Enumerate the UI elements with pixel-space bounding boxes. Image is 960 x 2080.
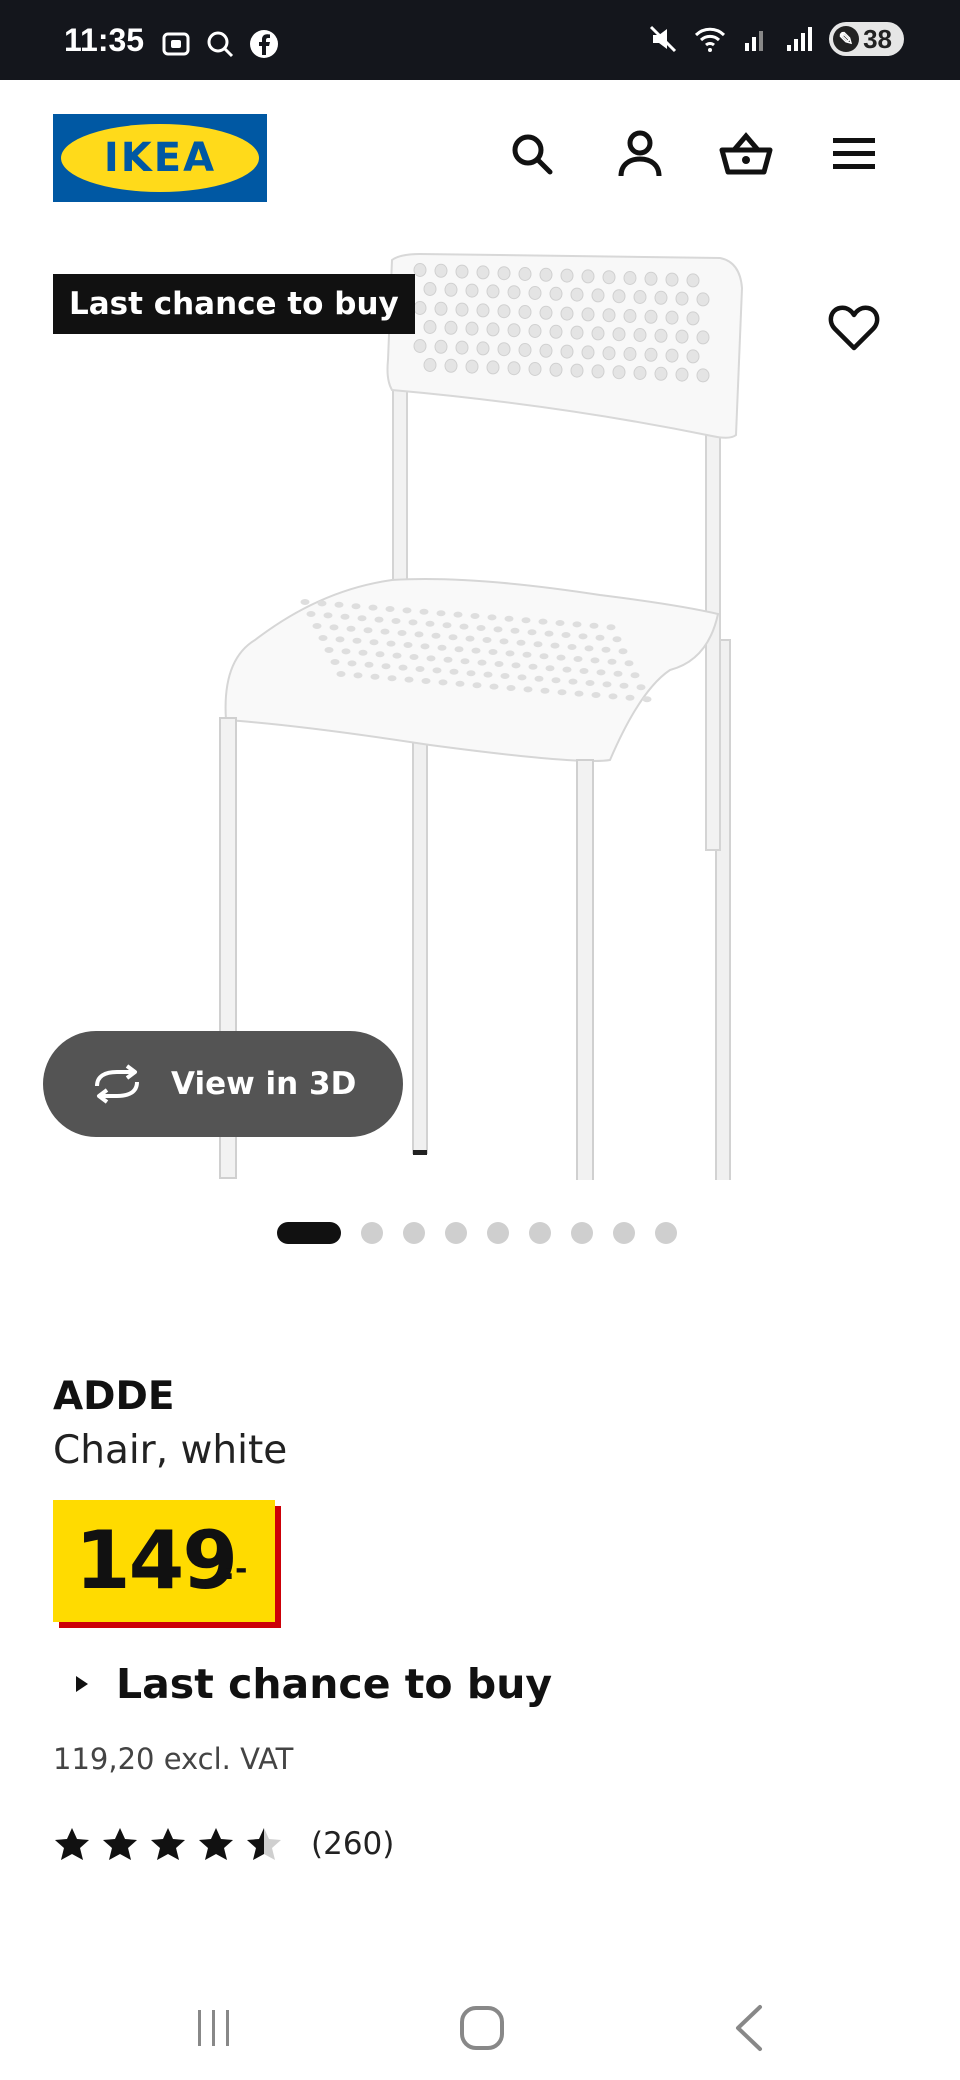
price-tag: 149 :-	[53, 1500, 275, 1622]
logo-text: IKEA	[103, 135, 217, 181]
carousel-dot[interactable]	[277, 1222, 341, 1244]
product-name: ADDE	[53, 1374, 175, 1419]
carousel-dot[interactable]	[529, 1222, 551, 1244]
availability-label: Last chance to buy	[116, 1660, 553, 1708]
recents-icon[interactable]	[184, 1998, 244, 2058]
view-in-3d-label: View in 3D	[171, 1066, 357, 1102]
back-icon[interactable]	[720, 1998, 780, 2058]
expand-triangle-icon	[76, 1676, 88, 1692]
wifi-icon	[695, 27, 726, 52]
availability-toggle[interactable]: Last chance to buy	[76, 1660, 552, 1708]
carousel-dot[interactable]	[655, 1222, 677, 1244]
home-icon[interactable]	[452, 1998, 512, 2058]
price-suffix: :-	[223, 1552, 248, 1587]
facebook-icon	[250, 30, 278, 58]
battery-level: 38	[863, 23, 892, 54]
basket-icon[interactable]	[718, 126, 774, 182]
price-excl-vat: 119,20 excl. VAT	[53, 1742, 294, 1776]
account-icon[interactable]	[612, 126, 668, 182]
screenshot-icon	[162, 32, 190, 56]
status-bar: 11:35 ✎ 38	[0, 0, 960, 80]
last-chance-badge: Last chance to buy	[53, 274, 415, 334]
star-full-icon	[151, 1828, 185, 1860]
price-value: 149	[75, 1514, 238, 1607]
system-nav-bar	[0, 1980, 960, 2080]
star-full-icon	[199, 1828, 233, 1860]
signal-icon	[787, 27, 813, 51]
heart-icon[interactable]	[826, 300, 882, 356]
battery-indicator: ✎ 38	[829, 22, 904, 56]
star-half-icon	[247, 1828, 281, 1860]
battery-saver-icon: ✎	[833, 26, 860, 52]
signal-r-icon	[745, 31, 764, 51]
rating-stars	[53, 1826, 283, 1862]
status-right-icons: ✎ 38	[647, 22, 904, 56]
carousel-dot[interactable]	[613, 1222, 635, 1244]
star-full-icon	[55, 1828, 89, 1860]
image-carousel-dots[interactable]	[277, 1222, 677, 1244]
carousel-dot[interactable]	[571, 1222, 593, 1244]
search-icon[interactable]	[504, 126, 560, 182]
menu-icon[interactable]	[826, 126, 882, 182]
star-full-icon	[103, 1828, 137, 1860]
logo-oval: IKEA	[61, 124, 259, 192]
status-time: 11:35	[64, 22, 145, 58]
view-in-3d-button[interactable]: View in 3D	[43, 1031, 403, 1137]
status-left-icons	[160, 28, 280, 60]
carousel-dot[interactable]	[361, 1222, 383, 1244]
carousel-dot[interactable]	[403, 1222, 425, 1244]
rating[interactable]: (260)	[53, 1826, 394, 1862]
search-status-icon	[207, 31, 234, 58]
rating-count: (260)	[311, 1826, 395, 1862]
carousel-dot[interactable]	[445, 1222, 467, 1244]
product-description: Chair, white	[53, 1428, 288, 1473]
mute-icon	[650, 25, 677, 53]
carousel-dot[interactable]	[487, 1222, 509, 1244]
ikea-logo[interactable]: IKEA	[53, 114, 267, 202]
rotate-3d-icon	[95, 1064, 139, 1104]
